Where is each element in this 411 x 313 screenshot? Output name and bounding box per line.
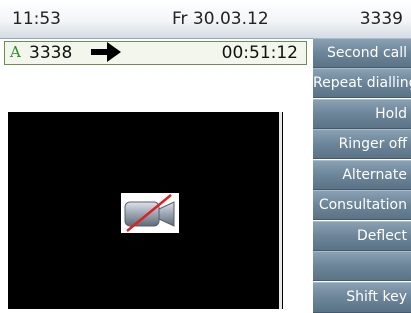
right-arrow-icon [91,42,121,62]
hold-button[interactable]: Hold [313,99,411,129]
empty-softkey[interactable] [313,251,411,281]
remote-number: 3338 [29,43,73,63]
own-extension: 3339 [359,9,403,29]
alternate-button[interactable]: Alternate [313,160,411,190]
deflect-button[interactable]: Deflect [313,221,411,251]
consultation-button[interactable]: Consultation [313,190,411,220]
second-call-button[interactable]: Second call [313,38,411,68]
call-status-indicator: A [10,43,21,61]
date-display: Fr 30.03.12 [172,9,269,29]
repeat-dialling-button[interactable]: Repeat dialling [313,68,411,98]
active-call-row[interactable]: A 3338 00:51:12 [4,41,307,65]
shift-key-button[interactable]: Shift key [313,282,411,313]
ringer-off-button[interactable]: Ringer off [313,129,411,159]
clock-time: 11:53 [12,9,61,29]
video-display [8,112,283,309]
call-duration: 00:51:12 [221,43,298,63]
status-bar: 11:53 Fr 30.03.12 3339 [0,0,411,39]
camera-off-icon [121,193,179,233]
softkey-panel: Second call Repeat dialling Hold Ringer … [313,38,411,313]
video-frame-edge [279,112,282,309]
